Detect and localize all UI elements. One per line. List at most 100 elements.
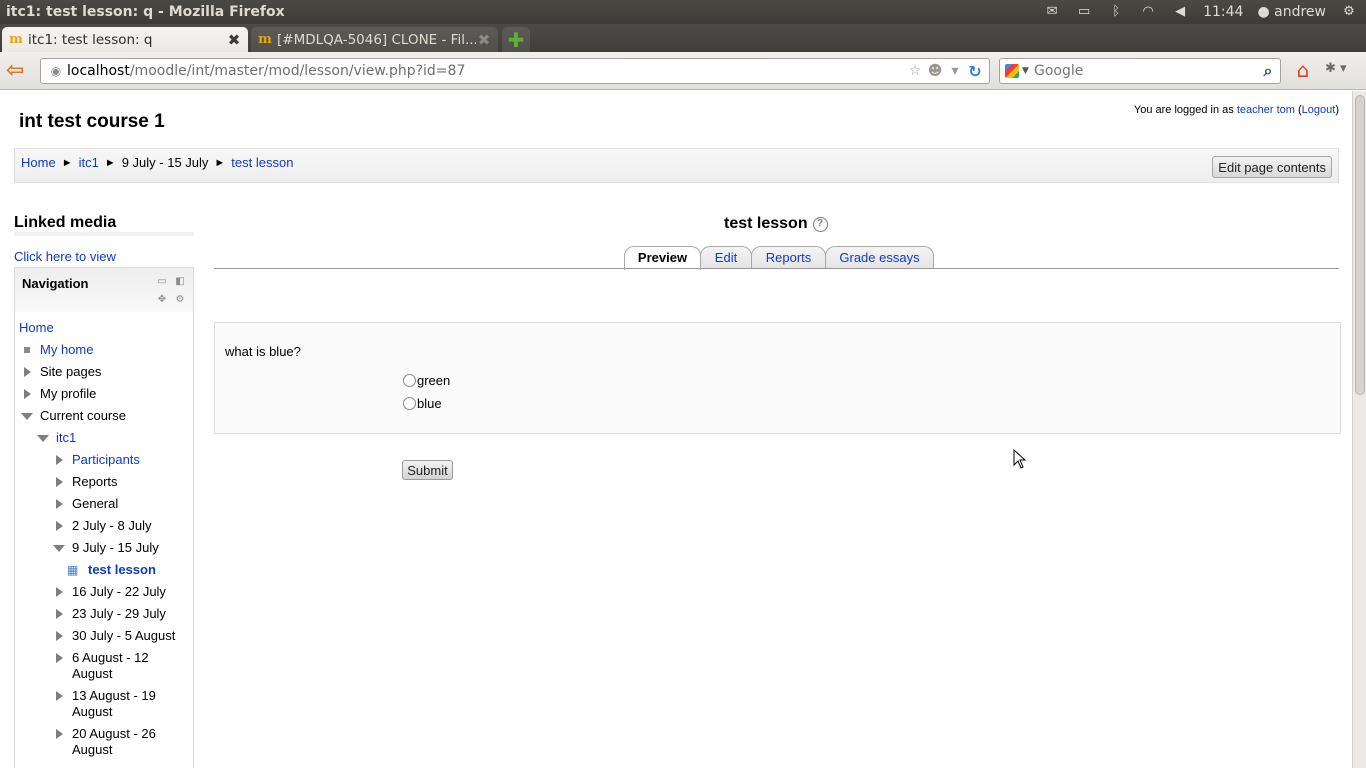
url-path: /moodle/int/master/mod/lesson/view.php?i… [129,63,466,79]
tab-edit[interactable]: Edit [700,246,752,269]
logout-link[interactable]: Logout [1302,104,1336,116]
expand-arrow-icon [56,521,63,531]
collapse-arrow-icon [53,545,65,552]
tab-close-icon[interactable]: ✖ [476,31,492,49]
window-title: itc1: test lesson: q - Mozilla Firefox [6,4,285,20]
breadcrumb: Home ► itc1 ► 9 July - 15 July ► test le… [21,155,293,170]
edit-page-contents-button[interactable]: Edit page contents [1212,156,1332,178]
clock[interactable]: 11:44 [1203,4,1243,20]
scrollbar-thumb[interactable] [1355,95,1365,395]
wifi-icon[interactable]: ◠ [1139,5,1157,19]
login-close-paren: ) [1335,104,1339,116]
lesson-icon: ▦ [67,563,79,577]
back-button[interactable]: ⇦ [6,60,30,82]
search-input[interactable] [1034,63,1256,79]
tab-inactive[interactable]: m [#MDLQA-5046] CLONE - Fil... ✖ [251,27,498,52]
moodle-favicon-icon: m [9,32,23,47]
linked-media-link[interactable]: Click here to view [14,249,116,264]
nav-item-label: General [72,496,119,511]
expand-arrow-icon [24,389,31,399]
home-icon: ⌂ [1296,58,1310,82]
window-titlebar: itc1: test lesson: q - Mozilla Firefox ✉… [0,0,1366,24]
tab-close-icon[interactable]: ✖ [226,31,242,49]
answer-option[interactable]: blue [403,396,442,411]
reload-icon[interactable]: ↻ [965,62,985,81]
search-bar[interactable]: ▼ ⌕ [999,58,1281,84]
collapse-block-icon[interactable]: ▭ [156,276,168,288]
expand-arrow-icon [56,499,63,509]
nav-item-label: My profile [40,386,97,401]
answer-option[interactable]: green [403,373,450,388]
tab-grade-essays[interactable]: Grade essays [825,246,934,269]
site-identity-icon[interactable]: ◉ [45,64,67,78]
linked-media-title: Linked media [14,214,117,231]
configure-block-gear-icon[interactable]: ⚙ [174,294,186,306]
move-block-icon[interactable]: ✥ [156,294,168,306]
nav-item-label: 16 July - 22 July [72,584,166,599]
breadcrumb-home[interactable]: Home [21,155,56,170]
help-icon[interactable]: ? [812,216,828,232]
addon-menu-button[interactable]: ✱ ▾ [1325,61,1361,81]
expand-arrow-icon [56,729,63,739]
user-menu[interactable]: ● andrew [1257,4,1326,20]
answer-radio[interactable] [403,397,416,410]
new-tab-button[interactable]: ✚ [502,27,530,52]
bluetooth-icon[interactable]: ᛒ [1107,5,1125,19]
user-name: andrew [1274,4,1326,20]
search-icon[interactable]: ⌕ [1256,61,1280,81]
nav-item-label: itc1 [56,430,77,445]
breadcrumb-section: 9 July - 15 July [121,155,209,170]
navigation-title: Navigation [22,276,89,291]
mouse-cursor-icon [1013,449,1027,469]
expand-arrow-icon [56,653,63,663]
nav-item-label: 9 July - 15 July [72,540,159,555]
expand-arrow-icon [56,455,63,465]
dock-block-icon[interactable]: ◧ [174,276,186,288]
breadcrumb-course[interactable]: itc1 [79,155,99,170]
nav-item-label: 30 July - 5 August [72,628,176,643]
power-gear-icon[interactable]: ⚙ [1340,5,1358,19]
battery-icon[interactable]: ▭ [1075,5,1093,19]
answer-radio[interactable] [403,374,416,387]
url-bar[interactable]: ◉ localhost/moodle/int/master/mod/lesson… [40,58,990,84]
bookmark-star-icon[interactable]: ☆ [905,63,925,79]
system-tray: ✉ ▭ ᛒ ◠ ◀ 11:44 ● andrew ⚙ [1043,4,1366,20]
plus-icon: ✚ [507,27,525,52]
breadcrumb-bar: Home ► itc1 ► 9 July - 15 July ► test le… [14,148,1339,183]
login-prefix: You are logged in as [1133,104,1237,116]
submit-button[interactable]: Submit [402,460,453,480]
home-button[interactable]: ⌂ [1291,59,1315,81]
tab-active[interactable]: m itc1: test lesson: q ✖ [2,27,248,52]
tab-preview[interactable]: Preview [624,246,701,270]
google-icon [1005,64,1020,78]
reddit-icon[interactable]: ☻ [925,63,945,79]
mail-icon[interactable]: ✉ [1043,5,1061,19]
user-profile-link[interactable]: teacher tom [1237,104,1295,116]
navigation-block-header: Navigation ▭ ◧ ✥ ⚙ [15,268,193,312]
nav-item-label: 20 August - 26 August [72,726,156,757]
expand-arrow-icon [56,477,63,487]
divider [14,232,194,236]
nav-item-label: test lesson [88,562,156,577]
nav-item-label: Reports [72,474,118,489]
expand-arrow-icon [56,631,63,641]
bug-icon: ✱ [1325,61,1336,76]
answer-label: green [417,373,451,388]
nav-item-label: Current course [40,408,126,423]
nav-item-label: 13 August - 19 August [72,688,156,719]
search-engine-selector[interactable]: ▼ [1000,64,1034,78]
tab-label: [#MDLQA-5046] CLONE - Fil... [277,31,476,48]
moodle-favicon-icon: m [258,32,272,47]
expand-arrow-icon [56,609,63,619]
tab-strip: m itc1: test lesson: q ✖ m [#MDLQA-5046]… [0,24,1366,52]
lesson-heading: test lesson ? [724,215,828,233]
volume-icon[interactable]: ◀ [1171,5,1189,19]
history-dropdown-icon[interactable]: ▾ [945,63,965,79]
breadcrumb-separator: ► [104,156,116,169]
collapse-arrow-icon [37,435,49,442]
vertical-scrollbar[interactable] [1352,91,1366,768]
nav-item-label: 23 July - 29 July [72,606,166,621]
tab-reports[interactable]: Reports [751,246,826,269]
breadcrumb-separator: ► [214,156,226,169]
breadcrumb-lesson[interactable]: test lesson [231,155,293,170]
